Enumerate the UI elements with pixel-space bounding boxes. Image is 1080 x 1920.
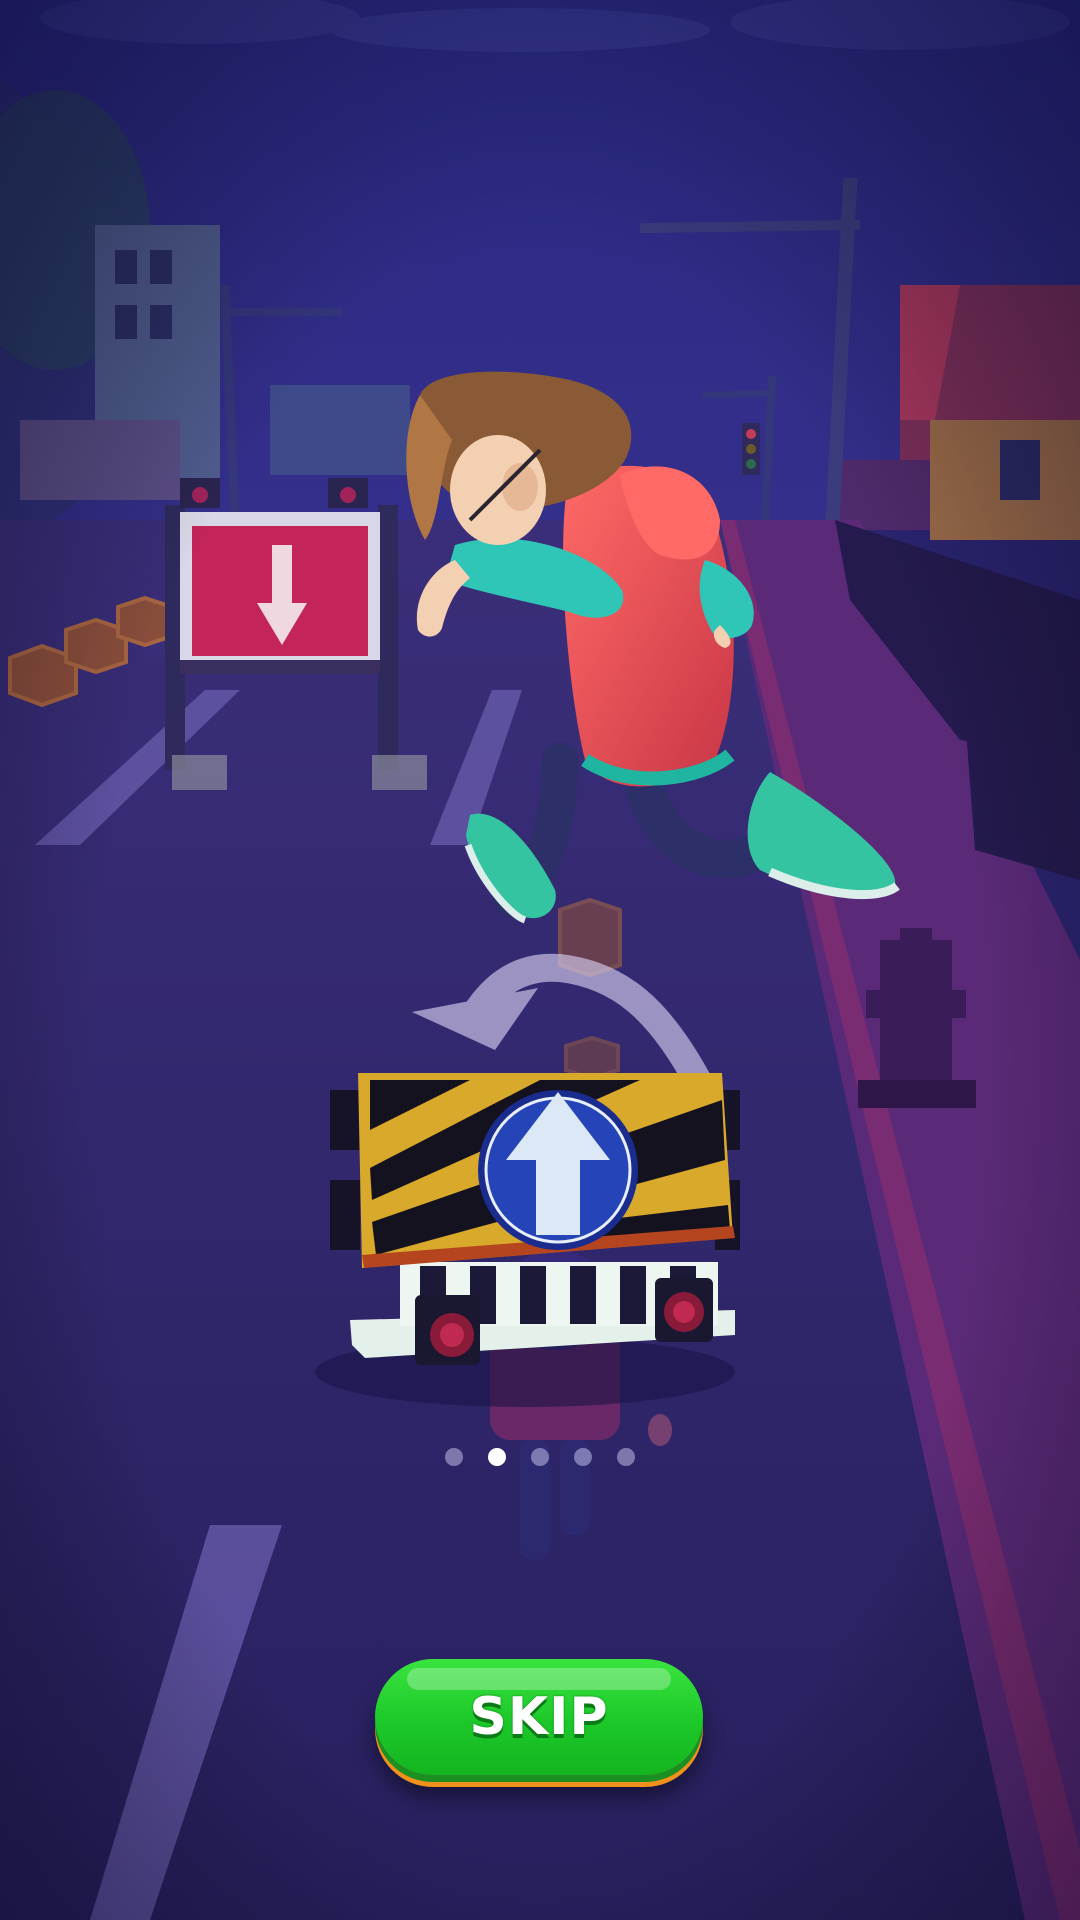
page-dot-3	[531, 1448, 549, 1466]
skip-button[interactable]: SKIP	[375, 1659, 703, 1775]
page-dot-2	[488, 1448, 506, 1466]
skip-button-label: SKIP	[469, 1687, 609, 1747]
page-dot-5	[617, 1448, 635, 1466]
game-scene	[0, 0, 1080, 1920]
page-dot-1	[445, 1448, 463, 1466]
page-dot-4	[574, 1448, 592, 1466]
vignette	[0, 0, 1080, 1920]
page-indicator	[0, 1448, 1080, 1466]
